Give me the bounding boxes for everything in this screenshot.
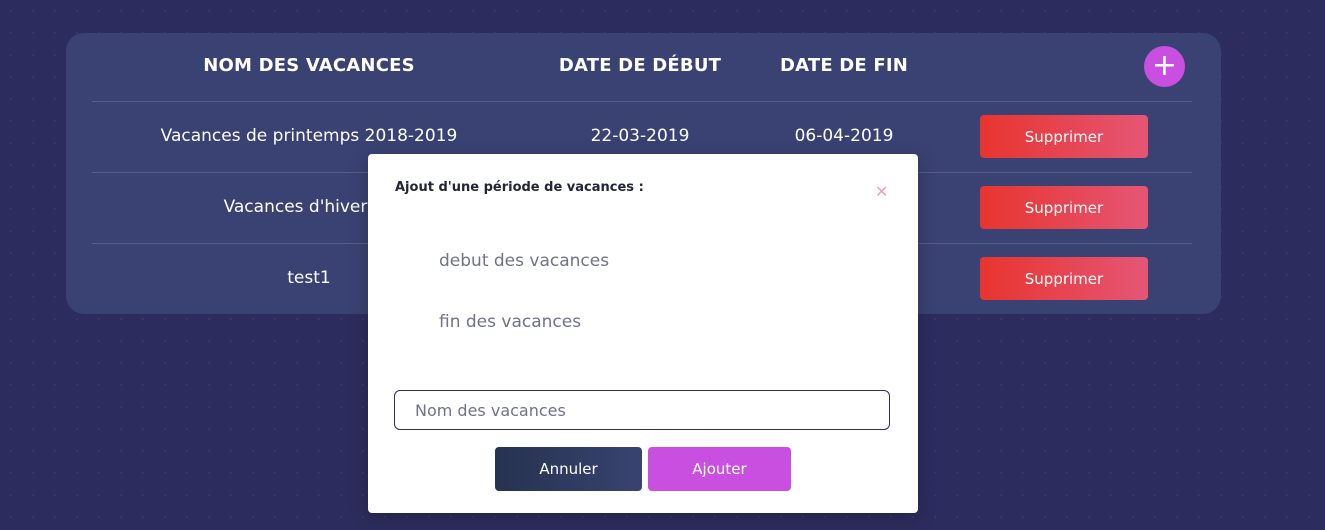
plus-icon: + (1151, 48, 1178, 83)
vacation-end-date: 06-04-2019 (794, 126, 894, 146)
table-header: NOM DES VACANCES DATE DE DÉBUT DATE DE F… (66, 33, 1221, 101)
vacation-start-date: 22-03-2019 (590, 126, 690, 146)
modal-title: Ajout d'une période de vacances : (395, 180, 644, 195)
delete-button[interactable]: Supprimer (980, 186, 1148, 229)
delete-button[interactable]: Supprimer (980, 257, 1148, 300)
column-header-name: NOM DES VACANCES (203, 55, 415, 76)
add-vacation-modal: Ajout d'une période de vacances : ✕ debu… (368, 154, 918, 513)
vacation-name-input[interactable] (394, 390, 890, 430)
end-date-field[interactable]: fin des vacances (439, 312, 581, 332)
start-date-field[interactable]: debut des vacances (439, 251, 609, 271)
column-header-end-date: DATE DE FIN (779, 55, 909, 76)
close-icon[interactable]: ✕ (875, 182, 888, 201)
add-vacation-button[interactable]: + (1144, 46, 1185, 87)
vacation-name: test1 (287, 268, 331, 288)
cancel-button[interactable]: Annuler (495, 447, 642, 491)
vacation-name: Vacances de printemps 2018-2019 (160, 126, 458, 146)
submit-button[interactable]: Ajouter (648, 447, 791, 491)
column-header-start-date: DATE DE DÉBUT (558, 55, 722, 76)
delete-button[interactable]: Supprimer (980, 115, 1148, 158)
